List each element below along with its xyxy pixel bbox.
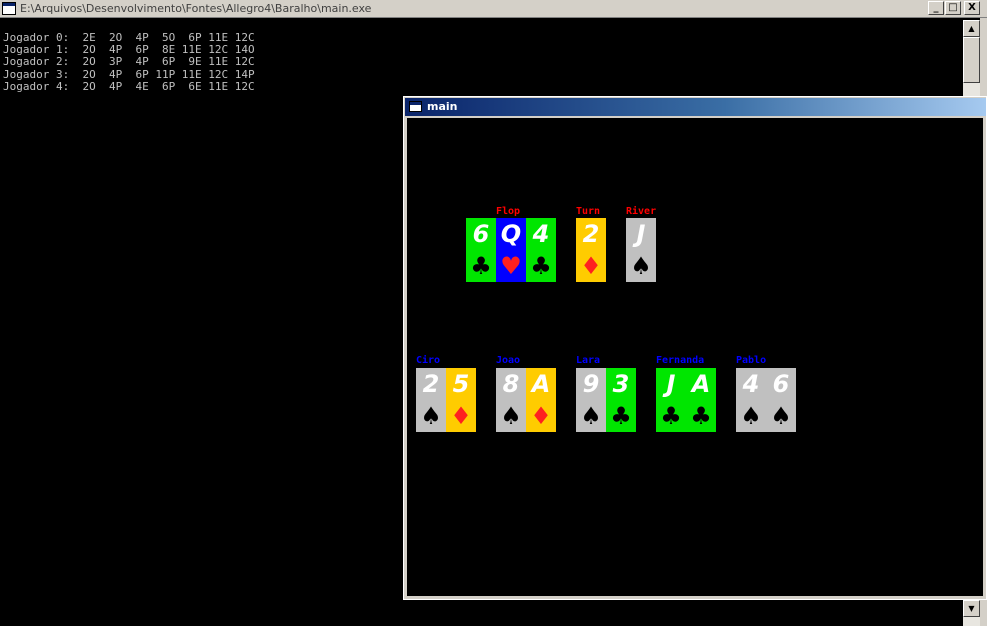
card-rank: J — [636, 220, 646, 248]
turn-label: Turn — [576, 206, 601, 217]
card-suit-icon: ♣ — [690, 402, 712, 430]
card-rank: 9 — [582, 370, 600, 398]
card-rank: 4 — [742, 370, 760, 398]
scroll-up-button[interactable]: ▲ — [963, 20, 980, 37]
card-rank: 2 — [422, 370, 440, 398]
card-rank: Q — [500, 220, 522, 248]
main-app-icon — [409, 101, 422, 112]
playing-card: A ♦ — [526, 368, 556, 432]
console-line: Jogador 3: 2O 4P 6P 11P 11E 12C 14P — [3, 67, 255, 81]
card-suit-icon: ♠ — [740, 402, 762, 430]
console-app-icon — [2, 2, 16, 15]
card-rank: 3 — [612, 370, 630, 398]
scroll-down-button[interactable]: ▼ — [963, 600, 980, 617]
card-suit-icon: ♣ — [530, 252, 552, 280]
player-name-label: Pablo — [736, 355, 767, 366]
scroll-thumb[interactable] — [963, 37, 980, 83]
card-suit-icon: ♠ — [580, 402, 602, 430]
console-bottom-area — [0, 600, 963, 626]
card-rank: J — [666, 370, 676, 398]
river-label: River — [626, 206, 657, 217]
playing-card: 6 ♠ — [766, 368, 796, 432]
card-suit-icon: ♣ — [470, 252, 492, 280]
card-suit-icon: ♣ — [660, 402, 682, 430]
card-suit-icon: ♦ — [530, 402, 552, 430]
card-rank: 5 — [452, 370, 470, 398]
card-rank: 6 — [472, 220, 490, 248]
main-title-bar[interactable]: main — [405, 98, 986, 116]
player-name-label: Joao — [496, 355, 521, 366]
card-rank: A — [531, 370, 551, 398]
minimize-button[interactable]: _ — [928, 1, 944, 15]
console-line: Jogador 4: 2O 4P 4E 6P 6E 11E 12C — [3, 79, 255, 93]
card-suit-icon: ♠ — [500, 402, 522, 430]
player-name-label: Lara — [576, 355, 601, 366]
card-rank: 4 — [532, 220, 550, 248]
playing-card: 4 ♣ — [526, 218, 556, 282]
playing-card: 4 ♠ — [736, 368, 766, 432]
playing-card: J ♠ — [626, 218, 656, 282]
player-name-label: Ciro — [416, 355, 441, 366]
card-suit-icon: ♠ — [420, 402, 442, 430]
card-rank: A — [691, 370, 711, 398]
game-canvas[interactable]: Flop Turn River 6 ♣ Q ♥ 4 ♣ 2 ♦ J ♠ Ciro 2 ♠ 5 ♦ Joao 8… — [407, 118, 983, 596]
playing-card: 5 ♦ — [446, 368, 476, 432]
card-suit-icon: ♥ — [500, 252, 522, 280]
playing-card: 2 ♦ — [576, 218, 606, 282]
flop-label: Flop — [496, 206, 521, 217]
main-window-title: main — [427, 100, 458, 113]
card-suit-icon: ♠ — [630, 252, 652, 280]
card-suit-icon: ♣ — [610, 402, 632, 430]
maximize-button[interactable]: □ — [945, 1, 961, 15]
card-rank: 6 — [772, 370, 790, 398]
playing-card: 9 ♠ — [576, 368, 606, 432]
console-line: Jogador 2: 2O 3P 4P 6P 9E 11E 12C — [3, 55, 255, 69]
playing-card: Q ♥ — [496, 218, 526, 282]
player-name-label: Fernanda — [656, 355, 705, 366]
console-title-bar: E:\Arquivos\Desenvolvimento\Fontes\Alleg… — [0, 0, 987, 18]
playing-card: 2 ♠ — [416, 368, 446, 432]
playing-card: 3 ♣ — [606, 368, 636, 432]
console-output: Jogador 0: 2E 2O 4P 5O 6P 11E 12C Jogador… — [3, 31, 255, 93]
close-button[interactable]: X — [964, 1, 980, 15]
card-suit-icon: ♠ — [770, 402, 792, 430]
card-rank: 2 — [582, 220, 600, 248]
playing-card: J ♣ — [656, 368, 686, 432]
playing-card: A ♣ — [686, 368, 716, 432]
card-rank: 8 — [502, 370, 520, 398]
playing-card: 6 ♣ — [466, 218, 496, 282]
card-suit-icon: ♦ — [580, 252, 602, 280]
allegro-main-window[interactable]: main Flop Turn River 6 ♣ Q ♥ 4 ♣ 2 ♦ J ♠ Ciro 2 ♠ 5 ♦… — [403, 96, 987, 600]
console-window-title: E:\Arquivos\Desenvolvimento\Fontes\Alleg… — [20, 2, 372, 15]
playing-card: 8 ♠ — [496, 368, 526, 432]
card-suit-icon: ♦ — [450, 402, 472, 430]
